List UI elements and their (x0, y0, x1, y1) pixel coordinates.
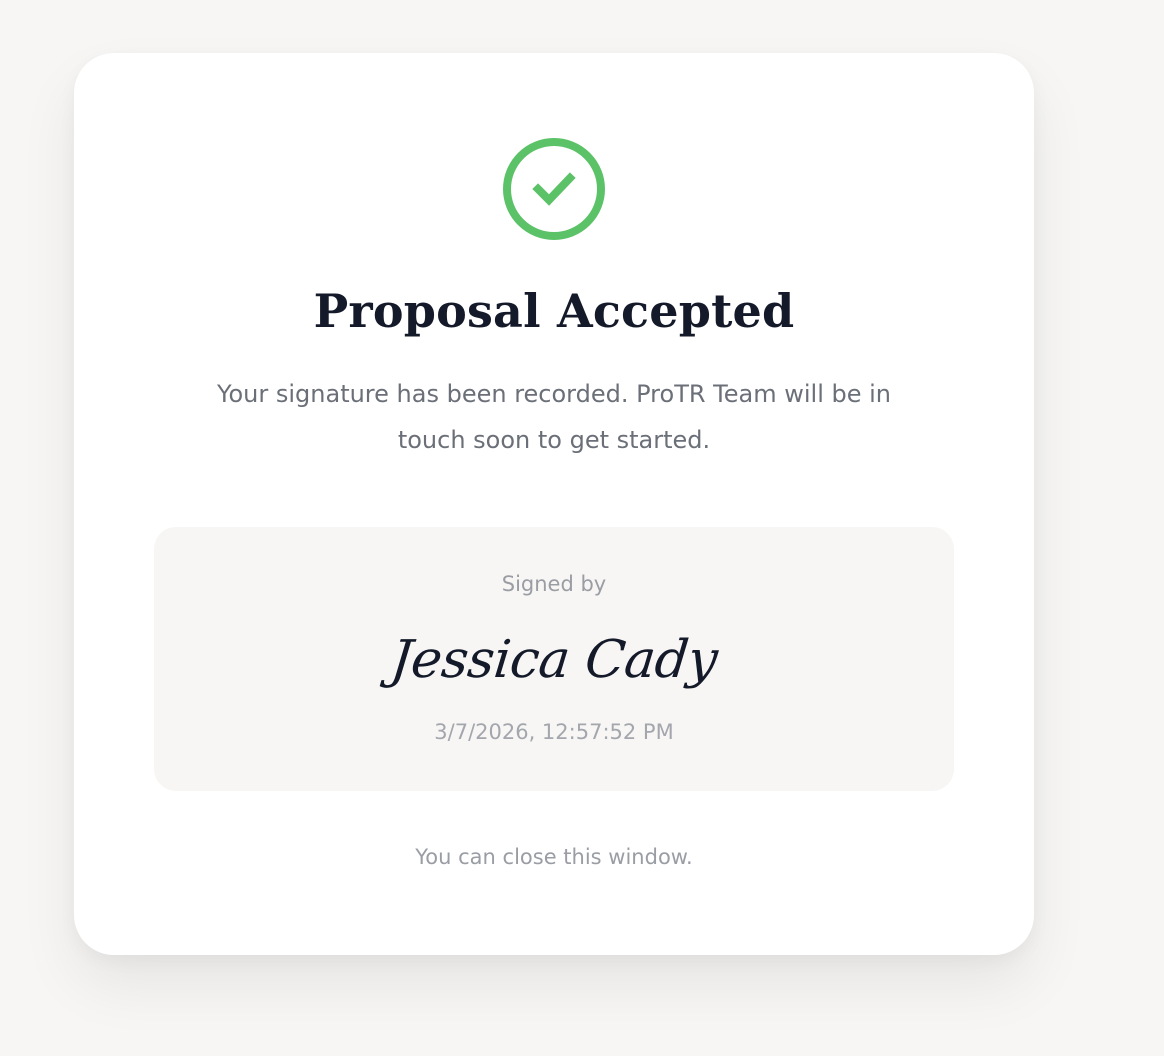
page-title: Proposal Accepted (313, 284, 795, 338)
confirmation-message: Your signature has been recorded. ProTR … (217, 380, 891, 454)
close-window-note: You can close this window. (415, 845, 693, 869)
signed-by-label: Signed by (501, 572, 607, 596)
confirmation-card: Proposal Accepted Your signature has bee… (74, 53, 1034, 955)
signature-panel: Signed by Jessica Cady 3/7/2026, 12:57:5… (154, 527, 954, 791)
signed-timestamp: 3/7/2026, 12:57:52 PM (434, 720, 674, 744)
check-circle-icon (502, 137, 606, 241)
signer-signature: Jessica Cady (387, 630, 721, 690)
